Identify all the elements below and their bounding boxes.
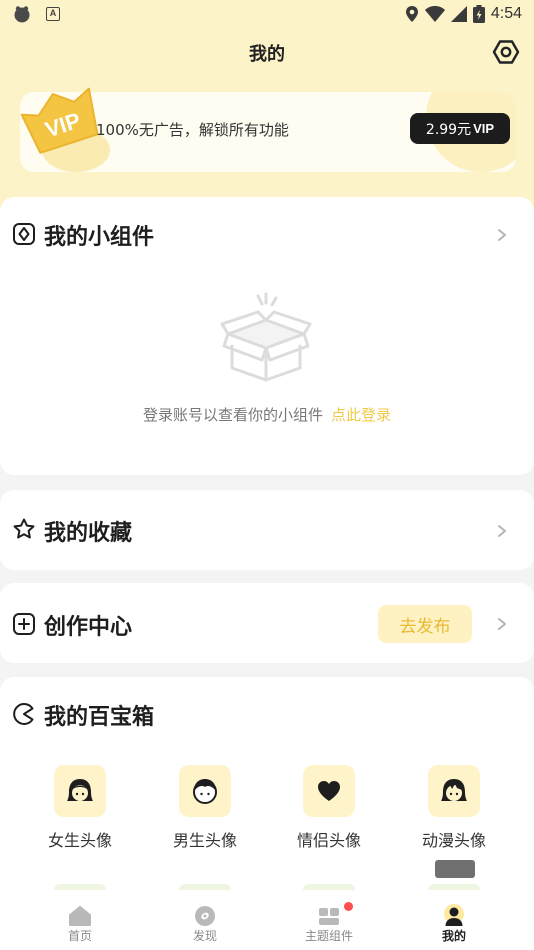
toolbox-item-label: 男生头像 [172, 831, 237, 850]
chevron-right-icon[interactable] [496, 617, 508, 631]
notification-badge [344, 902, 353, 911]
anime-avatar-icon [428, 765, 480, 817]
keyboard-icon: A [46, 7, 60, 21]
theme-widgets-icon [319, 908, 339, 925]
toolbox-item-label: 动漫头像 [421, 831, 486, 850]
toolbox-item-label: 情侣头像 [296, 831, 361, 850]
heart-icon [303, 765, 355, 817]
vip-price-suffix: VIP [473, 121, 495, 136]
signal-icon [450, 6, 467, 22]
toolbox-title: 我的百宝箱 [44, 705, 155, 730]
favorites-title: 我的收藏 [44, 521, 133, 546]
toolbox-item-girl-avatar[interactable]: 女生头像 [30, 765, 130, 851]
location-icon [405, 6, 418, 22]
empty-box-icon [220, 292, 312, 382]
bottom-nav: 首页 发现 主题组件 我的 [0, 890, 534, 950]
pacman-icon [13, 703, 34, 725]
login-link[interactable]: 点此登录 [331, 406, 391, 424]
nav-label: 首页 [67, 929, 92, 943]
home-icon [69, 906, 91, 926]
create-center-title: 创作中心 [44, 615, 133, 640]
widgets-title: 我的小组件 [44, 225, 155, 250]
profile-icon [444, 904, 464, 926]
notification-icon [14, 6, 30, 23]
discover-icon [195, 906, 215, 926]
vip-purchase-button[interactable]: 2.99元 VIP [410, 113, 510, 144]
girl-avatar-icon [54, 765, 106, 817]
widget-icon [13, 223, 35, 245]
toolbox-item-label: 女生头像 [47, 831, 112, 850]
wifi-icon [424, 6, 445, 22]
settings-icon[interactable] [492, 38, 520, 66]
status-time: 4:54 [490, 5, 522, 22]
nav-label: 主题组件 [304, 929, 353, 943]
chevron-right-icon[interactable] [496, 524, 508, 538]
nav-label: 发现 [192, 929, 217, 943]
chevron-right-icon[interactable] [496, 228, 508, 242]
nav-item-profile[interactable]: 我的 [404, 890, 504, 950]
status-bar: A 4:54 [0, 0, 534, 28]
widgets-empty-state: 登录账号以查看你的小组件 点此登录 [0, 404, 534, 425]
toolbox-item-boy-avatar[interactable]: 男生头像 [155, 765, 255, 851]
nav-item-discover[interactable]: 发现 [155, 890, 255, 950]
toolbox-item-anime-avatar[interactable]: 动漫头像 [404, 765, 504, 851]
page-title: 我的 [249, 44, 285, 65]
publish-button[interactable]: 去发布 [378, 605, 472, 643]
star-icon [13, 518, 35, 539]
vip-price: 2.99元 [425, 121, 472, 138]
vip-description: 100%无广告，解锁所有功能 [96, 121, 289, 139]
plus-square-icon [13, 613, 35, 635]
nav-item-home[interactable]: 首页 [30, 890, 130, 950]
floating-handle[interactable] [435, 860, 475, 878]
toolbox-item-couple-avatar[interactable]: 情侣头像 [279, 765, 379, 851]
widgets-empty-text: 登录账号以查看你的小组件 [142, 406, 323, 424]
battery-icon [472, 5, 485, 23]
nav-label: 我的 [441, 929, 466, 943]
boy-avatar-icon [179, 765, 231, 817]
nav-item-theme-widgets[interactable]: 主题组件 [279, 890, 379, 950]
page-header: 我的 [0, 28, 534, 76]
